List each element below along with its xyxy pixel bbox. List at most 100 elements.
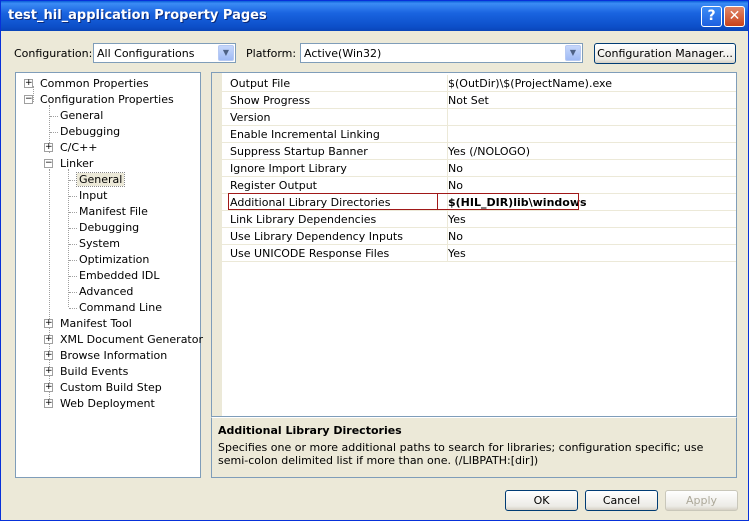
chevron-down-icon[interactable]: ▼	[565, 45, 581, 61]
expand-icon[interactable]: +	[44, 383, 53, 392]
ok-button[interactable]: OK	[505, 490, 578, 511]
tree-item-c-cpp[interactable]: + C/C++	[44, 140, 98, 156]
property-tree: + Common Properties − Configuration Prop…	[15, 72, 203, 478]
tree-item-linker-debugging[interactable]: Debugging	[79, 220, 139, 236]
tree-item-build-events[interactable]: + Build Events	[44, 364, 128, 380]
configuration-value: All Configurations	[97, 47, 195, 60]
tree-item-label: Input	[79, 189, 108, 202]
property-name: Use UNICODE Response Files	[230, 247, 390, 260]
property-name: Register Output	[230, 179, 317, 192]
tree-item-label: XML Document Generator	[60, 333, 203, 346]
property-name: Version	[230, 111, 271, 124]
property-row[interactable]: Version	[222, 109, 736, 126]
tree-item-optimization[interactable]: Optimization	[79, 252, 149, 268]
expand-icon[interactable]: +	[44, 399, 53, 408]
configuration-dropdown[interactable]: All Configurations ▼	[93, 43, 236, 63]
property-name: Ignore Import Library	[230, 162, 347, 175]
tree-item-linker[interactable]: − Linker	[44, 156, 93, 172]
expand-icon[interactable]: +	[44, 351, 53, 360]
tree-item-label: Debugging	[79, 221, 140, 234]
platform-value: Active(Win32)	[304, 47, 382, 60]
tree-item-custom-build-step[interactable]: + Custom Build Step	[44, 380, 162, 396]
tree-item-input[interactable]: Input	[79, 188, 107, 204]
property-name: Use Library Dependency Inputs	[230, 230, 403, 243]
tree-item-debugging[interactable]: Debugging	[60, 124, 120, 140]
tree-item-linker-general[interactable]: General	[75, 172, 126, 188]
highlight-box-value	[437, 193, 579, 210]
property-row[interactable]: Output File $(OutDir)\$(ProjectName).exe	[222, 75, 736, 92]
property-value[interactable]: Yes	[448, 247, 466, 260]
tree-item-label: Manifest File	[79, 205, 148, 218]
cancel-button[interactable]: Cancel	[585, 490, 658, 511]
property-row[interactable]: Register Output No	[222, 177, 736, 194]
tree-item-label: Browse Information	[60, 349, 168, 362]
tree-item-label: Build Events	[60, 365, 129, 378]
help-icon[interactable]: ?	[701, 6, 722, 27]
property-row[interactable]: Link Library Dependencies Yes	[222, 211, 736, 228]
platform-dropdown[interactable]: Active(Win32) ▼	[300, 43, 583, 63]
property-row[interactable]: Enable Incremental Linking	[222, 126, 736, 143]
collapse-icon[interactable]: −	[24, 95, 33, 104]
tree-item-label: Optimization	[79, 253, 150, 266]
property-value[interactable]: No	[448, 230, 463, 243]
tree-item-browse-information[interactable]: + Browse Information	[44, 348, 167, 364]
property-grid: Output File $(OutDir)\$(ProjectName).exe…	[211, 72, 737, 417]
tree-item-label: Linker	[60, 157, 94, 170]
title-bar[interactable]: test_hil_application Property Pages ? ✕	[1, 1, 748, 31]
property-value[interactable]: Yes (/NOLOGO)	[448, 145, 530, 158]
property-pages-window: test_hil_application Property Pages ? ✕ …	[0, 0, 749, 521]
property-row[interactable]: Use Library Dependency Inputs No	[222, 228, 736, 245]
tree-item-label: General	[75, 172, 126, 187]
tree-item-label: Web Deployment	[60, 397, 155, 410]
apply-button[interactable]: Apply	[665, 490, 738, 511]
tree-item-web-deployment[interactable]: + Web Deployment	[44, 396, 155, 412]
tree-item-label: Custom Build Step	[60, 381, 162, 394]
tree-item-general[interactable]: General	[60, 108, 103, 124]
property-value[interactable]: Yes	[448, 213, 466, 226]
tree-item-manifest-tool[interactable]: + Manifest Tool	[44, 316, 132, 332]
tree-item-configuration-properties[interactable]: − Configuration Properties	[24, 92, 174, 108]
tree-item-label: System	[79, 237, 121, 250]
property-name: Enable Incremental Linking	[230, 128, 380, 141]
tree-item-label: Debugging	[60, 125, 121, 138]
property-row[interactable]: Suppress Startup Banner Yes (/NOLOGO)	[222, 143, 736, 160]
tree-item-label: Manifest Tool	[60, 317, 132, 330]
property-row[interactable]: Show Progress Not Set	[222, 92, 736, 109]
property-value[interactable]: $(OutDir)\$(ProjectName).exe	[448, 77, 612, 90]
tree-item-label: Advanced	[79, 285, 134, 298]
close-icon[interactable]: ✕	[724, 6, 745, 27]
tree-item-label: C/C++	[60, 141, 98, 154]
property-row[interactable]: Ignore Import Library No	[222, 160, 736, 177]
expand-icon[interactable]: +	[24, 79, 33, 88]
property-value[interactable]: Not Set	[448, 94, 489, 107]
property-name: Output File	[230, 77, 291, 90]
expand-icon[interactable]: +	[44, 143, 53, 152]
highlight-box-name	[228, 193, 438, 210]
tree-item-command-line[interactable]: Command Line	[79, 300, 162, 316]
property-name: Link Library Dependencies	[230, 213, 377, 226]
expand-icon[interactable]: +	[44, 367, 53, 376]
property-value[interactable]: No	[448, 162, 463, 175]
property-row[interactable]: Use UNICODE Response Files Yes	[222, 245, 736, 262]
window-title: test_hil_application Property Pages	[8, 8, 267, 23]
tree-item-label: Configuration Properties	[40, 93, 174, 106]
tree-item-label: Embedded IDL	[79, 269, 160, 282]
tree-item-xml-document-generator[interactable]: + XML Document Generator	[44, 332, 203, 348]
property-name: Suppress Startup Banner	[230, 145, 368, 158]
configuration-manager-button[interactable]: Configuration Manager...	[594, 43, 736, 64]
expand-icon[interactable]: +	[44, 319, 53, 328]
collapse-icon[interactable]: −	[44, 159, 53, 168]
tree-item-manifest-file[interactable]: Manifest File	[79, 204, 148, 220]
tree-item-common-properties[interactable]: + Common Properties	[24, 76, 149, 92]
tree-item-embedded-idl[interactable]: Embedded IDL	[79, 268, 159, 284]
tree-item-advanced[interactable]: Advanced	[79, 284, 133, 300]
chevron-down-icon[interactable]: ▼	[218, 45, 234, 61]
configuration-label: Configuration:	[14, 47, 93, 60]
expand-icon[interactable]: +	[44, 335, 53, 344]
tree-item-label: General	[60, 109, 104, 122]
description-title: Additional Library Directories	[218, 424, 402, 437]
property-value[interactable]: No	[448, 179, 463, 192]
tree-item-label: Common Properties	[40, 77, 149, 90]
tree-item-system[interactable]: System	[79, 236, 120, 252]
property-name: Show Progress	[230, 94, 311, 107]
